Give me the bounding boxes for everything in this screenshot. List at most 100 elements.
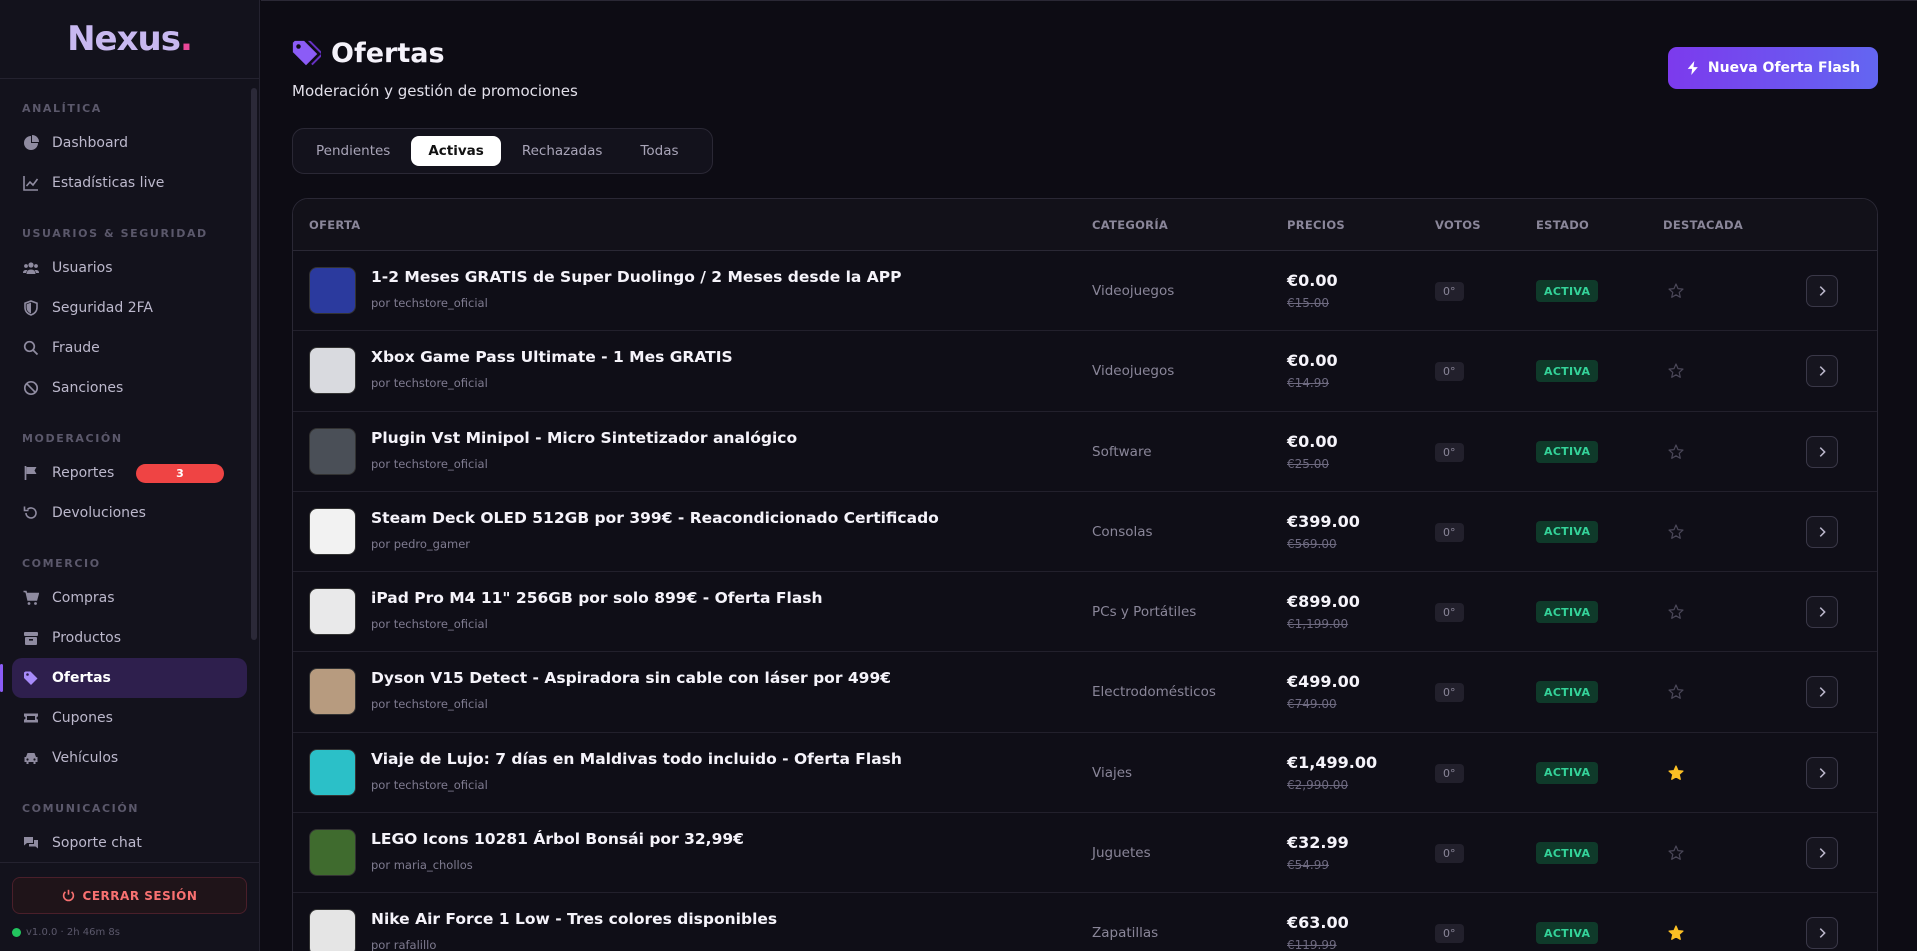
sidebar-item-label: Ofertas — [52, 670, 111, 686]
sidebar-item-label: Fraude — [52, 340, 100, 356]
featured-star-icon[interactable] — [1668, 283, 1684, 299]
tab-todas[interactable]: Todas — [623, 136, 695, 166]
status-badge: ACTIVA — [1536, 842, 1599, 865]
brand-logo[interactable]: Nexus. — [0, 0, 259, 78]
chevron-right-icon — [1819, 446, 1826, 457]
votes-badge: 0° — [1435, 683, 1464, 703]
open-offer-button[interactable] — [1806, 275, 1838, 307]
featured-star-icon[interactable] — [1668, 845, 1684, 861]
users-icon — [22, 259, 40, 277]
table-row[interactable]: Nike Air Force 1 Low - Tres colores disp… — [293, 893, 1877, 951]
sidebar: Nexus. Analítica Dashboard Estadísticas … — [0, 0, 260, 951]
status-badge: ACTIVA — [1536, 922, 1599, 945]
column-header-destacada[interactable]: DESTACADA — [1663, 218, 1743, 232]
section-label-comercio: Comercio — [22, 557, 101, 570]
sidebar-item-seguridad-2fa[interactable]: Seguridad 2FA — [12, 288, 247, 328]
line-chart-icon — [22, 174, 40, 192]
table-row[interactable]: Plugin Vst Minipol - Micro Sintetizador … — [293, 412, 1877, 492]
featured-star-icon[interactable] — [1668, 363, 1684, 379]
column-header-estado[interactable]: ESTADO — [1536, 218, 1589, 232]
table-row[interactable]: Viaje de Lujo: 7 días en Maldivas todo i… — [293, 733, 1877, 814]
featured-star-icon[interactable] — [1668, 684, 1684, 700]
offers-table: OFERTA CATEGORÍA PRECIOS VOTOS ESTADO DE… — [292, 198, 1878, 951]
votes-badge: 0° — [1435, 763, 1464, 783]
offer-title[interactable]: Steam Deck OLED 512GB por 399€ - Reacond… — [371, 509, 939, 527]
sidebar-item-soporte-chat[interactable]: Soporte chat — [12, 823, 247, 850]
offer-title[interactable]: LEGO Icons 10281 Árbol Bonsái por 32,99€ — [371, 830, 744, 848]
offer-old-price: €1,199.00 — [1287, 617, 1349, 632]
table-row[interactable]: iPad Pro M4 11" 256GB por solo 899€ - Of… — [293, 572, 1877, 653]
open-offer-button[interactable] — [1806, 355, 1838, 388]
offer-author: por techstore_oficial — [371, 617, 488, 632]
open-offer-button[interactable] — [1806, 676, 1838, 709]
tab-pendientes[interactable]: Pendientes — [299, 136, 407, 166]
offer-title[interactable]: 1-2 Meses GRATIS de Super Duolingo / 2 M… — [371, 268, 902, 286]
sidebar-item-fraude[interactable]: Fraude — [12, 328, 247, 368]
offer-author: por pedro_gamer — [371, 536, 471, 551]
offer-old-price: €2,990.00 — [1287, 777, 1349, 792]
open-offer-button[interactable] — [1806, 435, 1838, 468]
offer-title[interactable]: Xbox Game Pass Ultimate - 1 Mes GRATIS — [371, 348, 733, 366]
featured-star-icon[interactable] — [1668, 604, 1684, 620]
version-info: v1.0.0 · 2h 46m 8s — [12, 927, 120, 938]
column-header-votos[interactable]: VOTOS — [1435, 218, 1481, 232]
sidebar-item-label: Usuarios — [52, 260, 113, 276]
sidebar-item-ofertas[interactable]: Ofertas — [0, 658, 247, 698]
table-row[interactable]: Steam Deck OLED 512GB por 399€ - Reacond… — [293, 492, 1877, 573]
brand-dot: . — [179, 19, 193, 59]
offer-title[interactable]: Viaje de Lujo: 7 días en Maldivas todo i… — [371, 750, 902, 768]
open-offer-button[interactable] — [1806, 756, 1838, 789]
tab-rechazadas[interactable]: Rechazadas — [505, 136, 620, 166]
sidebar-scrollbar[interactable] — [251, 88, 257, 640]
section-label-comunicacion: Comunicación — [22, 802, 140, 815]
new-flash-offer-button[interactable]: Nueva Oferta Flash — [1668, 47, 1878, 89]
chevron-right-icon — [1819, 848, 1826, 859]
offer-price: €899.00 — [1287, 592, 1360, 612]
sidebar-item-sanciones[interactable]: Sanciones — [12, 368, 247, 408]
status-badge: ACTIVA — [1536, 440, 1599, 463]
featured-star-icon[interactable] — [1668, 925, 1684, 941]
chevron-right-icon — [1819, 928, 1826, 939]
section-label-usuarios: Usuarios & Seguridad — [22, 227, 208, 240]
logout-button[interactable]: CERRAR SESIÓN — [12, 877, 247, 914]
table-row[interactable]: LEGO Icons 10281 Árbol Bonsái por 32,99€… — [293, 813, 1877, 894]
sidebar-item-devoluciones[interactable]: Devoluciones — [12, 493, 247, 533]
open-offer-button[interactable] — [1806, 837, 1838, 870]
shield-icon — [22, 299, 40, 317]
table-row[interactable]: Dyson V15 Detect - Aspiradora sin cable … — [293, 652, 1877, 733]
table-row[interactable]: 1-2 Meses GRATIS de Super Duolingo / 2 M… — [293, 251, 1877, 332]
sidebar-item-dashboard[interactable]: Dashboard — [12, 123, 247, 163]
offer-old-price: €749.00 — [1287, 697, 1337, 712]
column-header-oferta[interactable]: OFERTA — [309, 218, 360, 232]
sidebar-item-estadisticas-live[interactable]: Estadísticas live — [12, 163, 247, 203]
sidebar-item-compras[interactable]: Compras — [12, 578, 247, 618]
sidebar-item-cupones[interactable]: Cupones — [12, 698, 247, 738]
sidebar-item-reportes[interactable]: Reportes 3 — [12, 453, 247, 493]
open-offer-button[interactable] — [1806, 917, 1838, 950]
sidebar-item-vehiculos[interactable]: Vehículos — [12, 738, 247, 778]
offer-old-price: €119.99 — [1287, 938, 1337, 951]
offer-thumbnail — [309, 588, 356, 636]
featured-star-icon[interactable] — [1668, 524, 1684, 540]
sidebar-item-label: Vehículos — [52, 750, 119, 766]
sidebar-item-usuarios[interactable]: Usuarios — [12, 248, 247, 288]
offer-title[interactable]: Dyson V15 Detect - Aspiradora sin cable … — [371, 669, 891, 687]
open-offer-button[interactable] — [1806, 596, 1838, 629]
table-row[interactable]: Xbox Game Pass Ultimate - 1 Mes GRATIS p… — [293, 331, 1877, 412]
featured-star-icon[interactable] — [1668, 443, 1684, 460]
tab-activas[interactable]: Activas — [411, 136, 501, 166]
page-subtitle: Moderación y gestión de promociones — [292, 82, 578, 100]
table-header: OFERTA CATEGORÍA PRECIOS VOTOS ESTADO DE… — [293, 199, 1877, 251]
offer-title[interactable]: iPad Pro M4 11" 256GB por solo 899€ - Of… — [371, 589, 823, 607]
status-badge: ACTIVA — [1536, 520, 1599, 543]
column-header-categoria[interactable]: CATEGORÍA — [1092, 218, 1168, 232]
offer-old-price: €15.00 — [1287, 296, 1329, 310]
featured-star-icon[interactable] — [1668, 765, 1684, 781]
offer-old-price: €569.00 — [1287, 536, 1337, 551]
offer-title[interactable]: Plugin Vst Minipol - Micro Sintetizador … — [371, 429, 797, 447]
column-header-precios[interactable]: PRECIOS — [1287, 218, 1345, 232]
offer-title[interactable]: Nike Air Force 1 Low - Tres colores disp… — [371, 910, 777, 928]
sidebar-item-productos[interactable]: Productos — [12, 618, 247, 658]
open-offer-button[interactable] — [1806, 515, 1838, 548]
offer-thumbnail — [309, 748, 356, 796]
